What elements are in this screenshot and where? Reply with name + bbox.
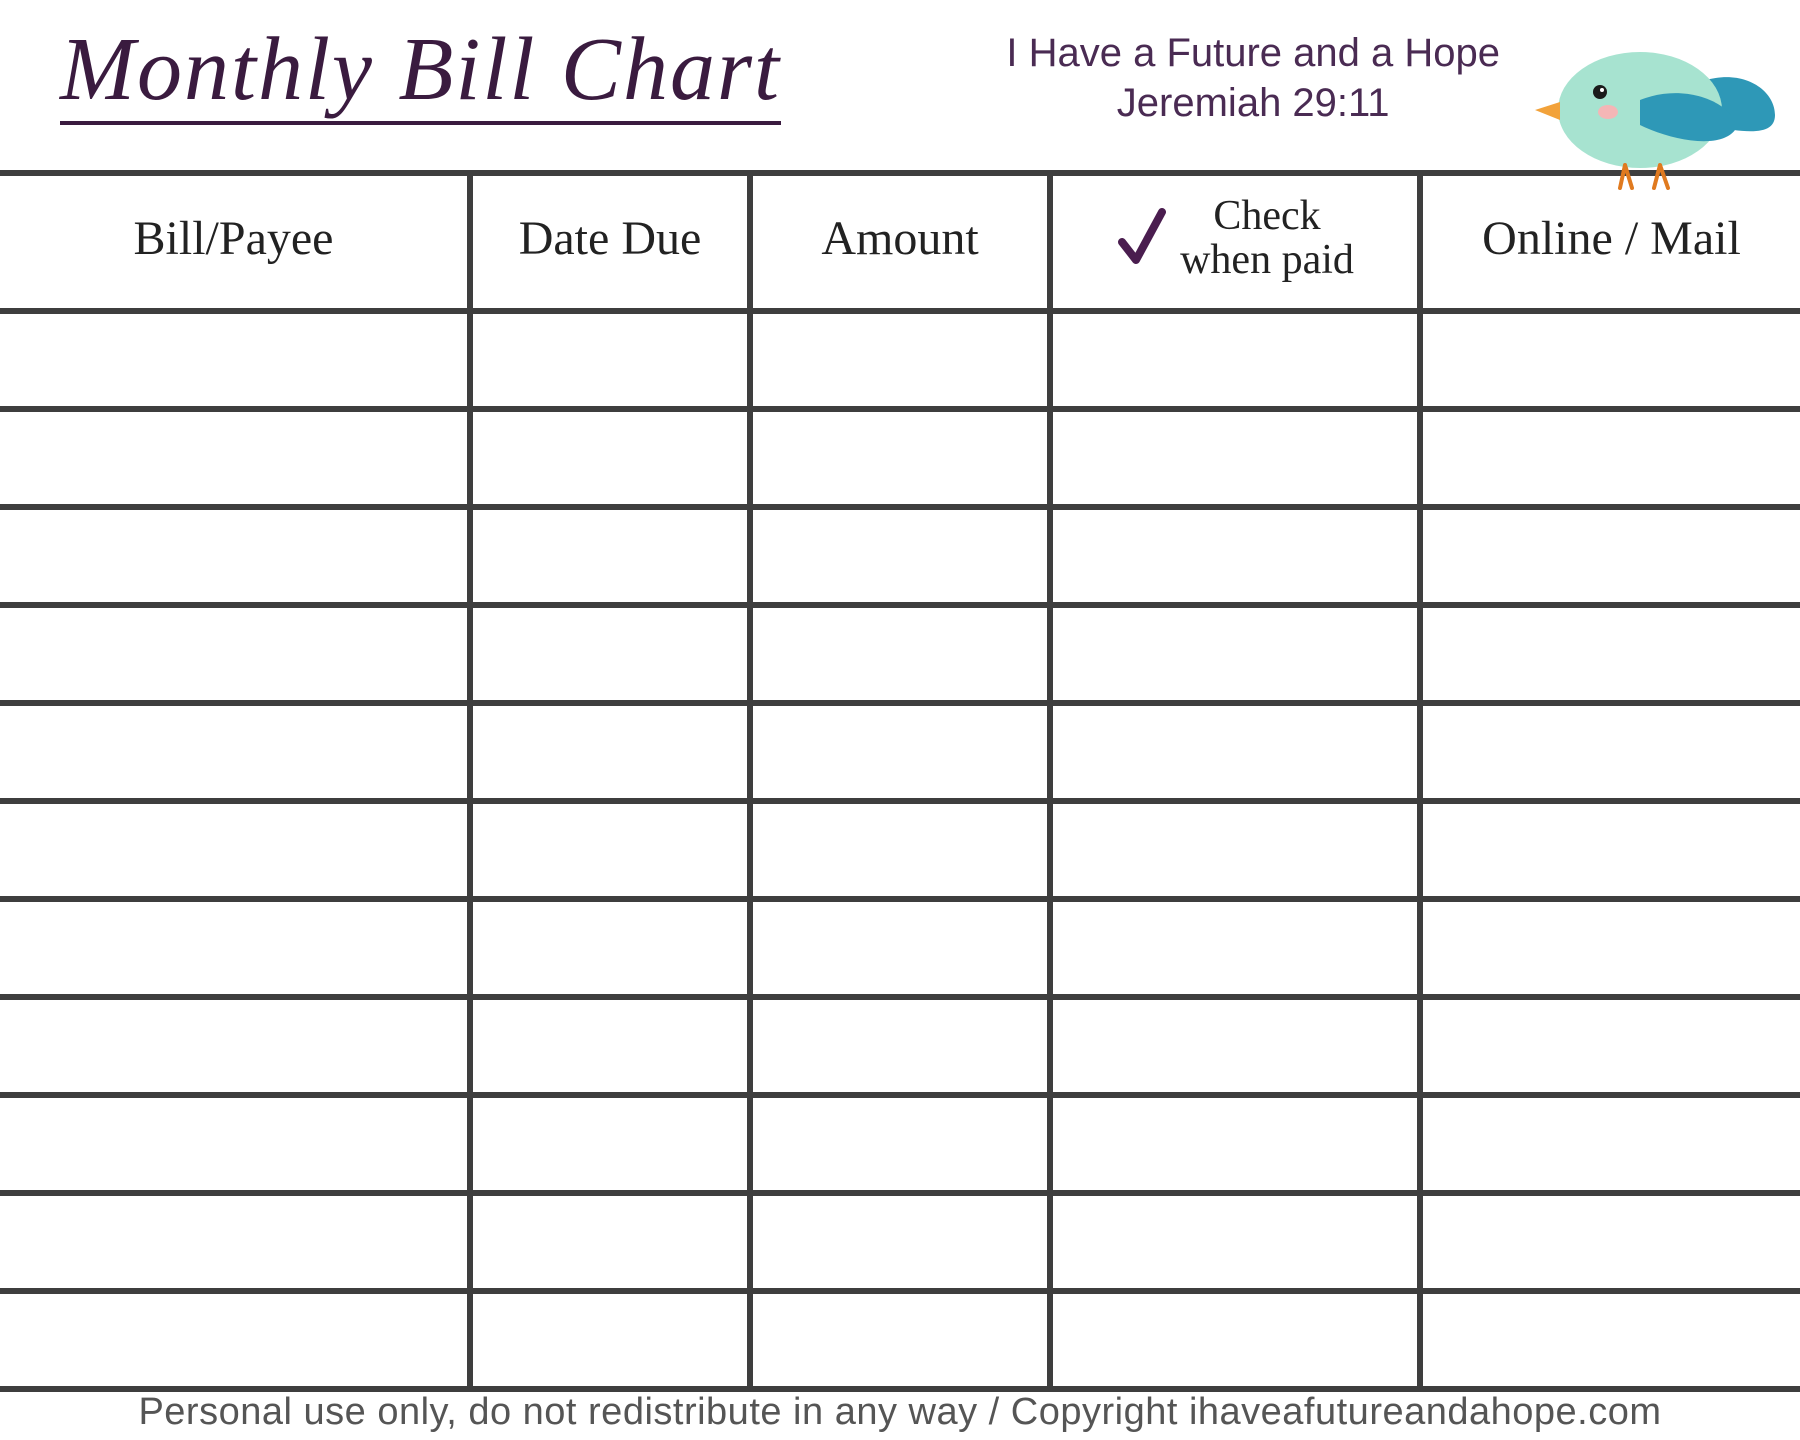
verse-line-2: Jeremiah 29:11 [1006,78,1500,128]
table-row [0,409,1800,507]
cell-online-mail[interactable] [1420,409,1800,507]
cell-date-due[interactable] [470,703,750,801]
cell-date-due[interactable] [470,311,750,409]
col-header-online-mail: Online / Mail [1420,173,1800,311]
cell-online-mail[interactable] [1420,311,1800,409]
cell-online-mail[interactable] [1420,1193,1800,1291]
cell-amount[interactable] [750,997,1050,1095]
table-row [0,801,1800,899]
cell-bill-payee[interactable] [0,899,470,997]
cell-check[interactable] [1050,899,1420,997]
cell-bill-payee[interactable] [0,605,470,703]
cell-amount[interactable] [750,703,1050,801]
col-header-date-due: Date Due [470,173,750,311]
cell-online-mail[interactable] [1420,605,1800,703]
table-row [0,1095,1800,1193]
cell-amount[interactable] [750,311,1050,409]
cell-date-due[interactable] [470,507,750,605]
footer-text: Personal use only, do not redistribute i… [0,1391,1800,1434]
cell-amount[interactable] [750,899,1050,997]
cell-amount[interactable] [750,1095,1050,1193]
cell-check[interactable] [1050,409,1420,507]
table-row [0,899,1800,997]
cell-date-due[interactable] [470,801,750,899]
table-row [0,605,1800,703]
cell-bill-payee[interactable] [0,801,470,899]
cell-online-mail[interactable] [1420,507,1800,605]
cell-amount[interactable] [750,507,1050,605]
cell-bill-payee[interactable] [0,1193,470,1291]
cell-check[interactable] [1050,1095,1420,1193]
cell-amount[interactable] [750,409,1050,507]
cell-bill-payee[interactable] [0,1095,470,1193]
header: Monthly Bill Chart I Have a Future and a… [0,0,1800,170]
cell-date-due[interactable] [470,899,750,997]
col-header-amount: Amount [750,173,1050,311]
cell-check[interactable] [1050,507,1420,605]
cell-amount[interactable] [750,1291,1050,1389]
cell-online-mail[interactable] [1420,1095,1800,1193]
cell-check[interactable] [1050,997,1420,1095]
table-row [0,703,1800,801]
page-title: Monthly Bill Chart [60,20,781,125]
cell-bill-payee[interactable] [0,409,470,507]
cell-bill-payee[interactable] [0,703,470,801]
cell-amount[interactable] [750,801,1050,899]
checkmark-icon [1116,206,1166,270]
table-row [0,1291,1800,1389]
bill-table: Bill/Payee Date Due Amount Check when pa… [0,170,1800,1392]
cell-bill-payee[interactable] [0,1291,470,1389]
bird-icon [1530,30,1780,190]
cell-check[interactable] [1050,801,1420,899]
cell-online-mail[interactable] [1420,899,1800,997]
cell-amount[interactable] [750,605,1050,703]
cell-bill-payee[interactable] [0,311,470,409]
table-row [0,997,1800,1095]
cell-date-due[interactable] [470,1193,750,1291]
cell-check[interactable] [1050,1291,1420,1389]
table-row [0,507,1800,605]
cell-date-due[interactable] [470,997,750,1095]
verse-block: I Have a Future and a Hope Jeremiah 29:1… [1006,28,1500,128]
cell-online-mail[interactable] [1420,801,1800,899]
cell-online-mail[interactable] [1420,997,1800,1095]
cell-date-due[interactable] [470,409,750,507]
cell-amount[interactable] [750,1193,1050,1291]
cell-online-mail[interactable] [1420,1291,1800,1389]
cell-bill-payee[interactable] [0,507,470,605]
col-header-check-label: Check when paid [1180,194,1354,282]
cell-check[interactable] [1050,311,1420,409]
table-row [0,311,1800,409]
cell-date-due[interactable] [470,605,750,703]
table-header-row: Bill/Payee Date Due Amount Check when pa… [0,173,1800,311]
cell-date-due[interactable] [470,1291,750,1389]
col-header-bill-payee: Bill/Payee [0,173,470,311]
table-body [0,311,1800,1389]
cell-online-mail[interactable] [1420,703,1800,801]
check-label-line2: when paid [1180,238,1354,282]
cell-check[interactable] [1050,703,1420,801]
cell-date-due[interactable] [470,1095,750,1193]
cell-check[interactable] [1050,1193,1420,1291]
verse-line-1: I Have a Future and a Hope [1006,28,1500,78]
table-row [0,1193,1800,1291]
cell-bill-payee[interactable] [0,997,470,1095]
page: Monthly Bill Chart I Have a Future and a… [0,0,1800,1440]
cell-check[interactable] [1050,605,1420,703]
col-header-check-when-paid: Check when paid [1050,173,1420,311]
check-label-line1: Check [1180,194,1354,238]
